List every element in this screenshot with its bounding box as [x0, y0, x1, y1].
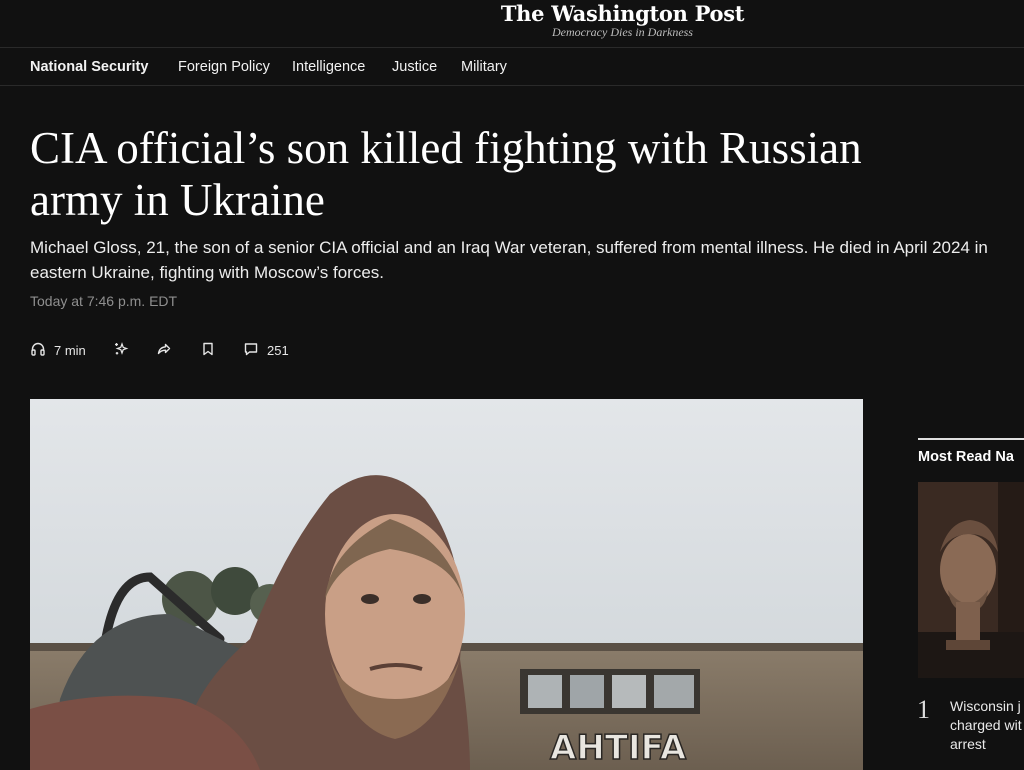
nav-national-security[interactable]: National Security [30, 59, 148, 75]
listen-button[interactable]: 7 min [30, 339, 86, 361]
most-read-story-link[interactable]: Wisconsin j charged wit arrest [950, 697, 1024, 754]
most-read-rank: 1 [917, 695, 930, 724]
most-read-title: Most Read Na [918, 449, 1014, 465]
most-read-thumbnail[interactable] [918, 482, 1024, 678]
comment-icon [243, 341, 259, 360]
lead-photo-illustration: AHTIFA [30, 399, 863, 770]
bust-sculpture-illustration [918, 482, 1024, 678]
article-headline: CIA official’s son killed fighting with … [30, 123, 862, 225]
bookmark-icon [200, 341, 216, 360]
summary-button[interactable] [113, 339, 129, 361]
nav-justice[interactable]: Justice [392, 59, 437, 75]
comment-count: 251 [267, 342, 289, 358]
article-timestamp: Today at 7:46 p.m. EDT [30, 293, 178, 309]
article-dek: Michael Gloss, 21, the son of a senior C… [30, 238, 988, 282]
sparkle-icon [113, 341, 129, 360]
masthead: The Washington Post Democracy Dies in Da… [0, 0, 1024, 48]
section-nav: National Security Foreign Policy Intelli… [0, 48, 1024, 86]
share-icon [156, 341, 172, 360]
lead-photo[interactable]: AHTIFA [30, 399, 863, 770]
nav-military[interactable]: Military [461, 59, 507, 75]
site-tagline: Democracy Dies in Darkness [552, 25, 693, 39]
nav-foreign-policy[interactable]: Foreign Policy [178, 59, 270, 75]
graffiti: AHTIFA [550, 728, 687, 768]
headphones-icon [30, 341, 46, 360]
comments-button[interactable]: 251 [243, 339, 289, 361]
save-button[interactable] [200, 339, 216, 361]
nav-intelligence[interactable]: Intelligence [292, 59, 365, 75]
rail-divider [918, 438, 1024, 440]
share-button[interactable] [156, 339, 172, 361]
listen-duration: 7 min [54, 342, 86, 358]
site-logo[interactable]: The Washington Post [500, 0, 745, 28]
